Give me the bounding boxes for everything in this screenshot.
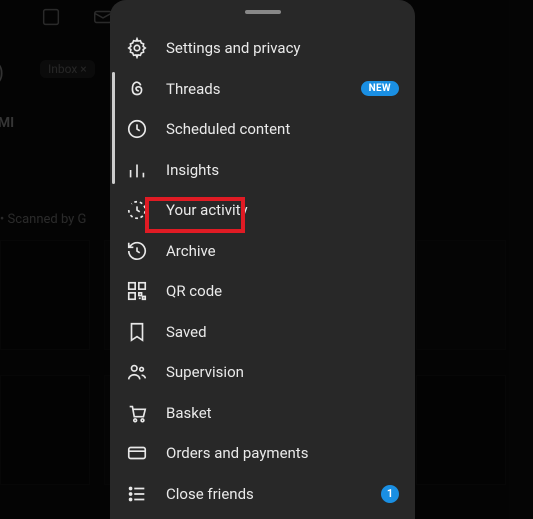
activity-icon: [126, 199, 148, 221]
threads-icon: [126, 78, 148, 100]
menu-label: Orders and payments: [166, 444, 308, 462]
new-badge: NEW: [361, 81, 399, 96]
menu-label: Archive: [166, 242, 216, 260]
menu-item-archive[interactable]: Archive: [110, 231, 415, 272]
menu-item-insights[interactable]: Insights: [110, 150, 415, 191]
menu-label: Insights: [166, 161, 219, 179]
menu-label: Threads: [166, 80, 220, 98]
menu-item-qrcode[interactable]: QR code: [110, 271, 415, 312]
menu-label: Settings and privacy: [166, 39, 301, 57]
menu-label: Scheduled content: [166, 120, 290, 138]
menu-item-supervision[interactable]: Supervision: [110, 352, 415, 393]
menu-item-scheduled[interactable]: Scheduled content: [110, 109, 415, 150]
menu-item-orders[interactable]: Orders and payments: [110, 433, 415, 474]
gear-icon: [126, 37, 148, 59]
bookmark-icon: [126, 321, 148, 343]
menu-label: Saved: [166, 323, 207, 341]
menu-item-close-friends[interactable]: Close friends 1: [110, 474, 415, 515]
menu-label: Close friends: [166, 485, 254, 503]
menu-label: Supervision: [166, 363, 244, 381]
list-icon: [126, 483, 148, 505]
history-icon: [126, 240, 148, 262]
drag-handle[interactable]: [245, 10, 281, 14]
count-badge: 1: [381, 485, 399, 503]
qr-icon: [126, 280, 148, 302]
settings-bottom-sheet: Settings and privacy Threads NEW Schedul…: [110, 0, 415, 519]
menu-label: Your activity: [166, 201, 248, 219]
menu-item-settings[interactable]: Settings and privacy: [110, 28, 415, 69]
menu-list: Settings and privacy Threads NEW Schedul…: [110, 28, 415, 514]
menu-label: Basket: [166, 404, 212, 422]
people-icon: [126, 361, 148, 383]
card-icon: [126, 442, 148, 464]
clock-icon: [126, 118, 148, 140]
menu-item-basket[interactable]: Basket: [110, 393, 415, 434]
chart-icon: [126, 159, 148, 181]
cart-icon: [126, 402, 148, 424]
menu-item-threads[interactable]: Threads NEW: [110, 69, 415, 110]
menu-label: QR code: [166, 282, 222, 300]
menu-item-saved[interactable]: Saved: [110, 312, 415, 353]
menu-item-activity[interactable]: Your activity: [110, 190, 415, 231]
